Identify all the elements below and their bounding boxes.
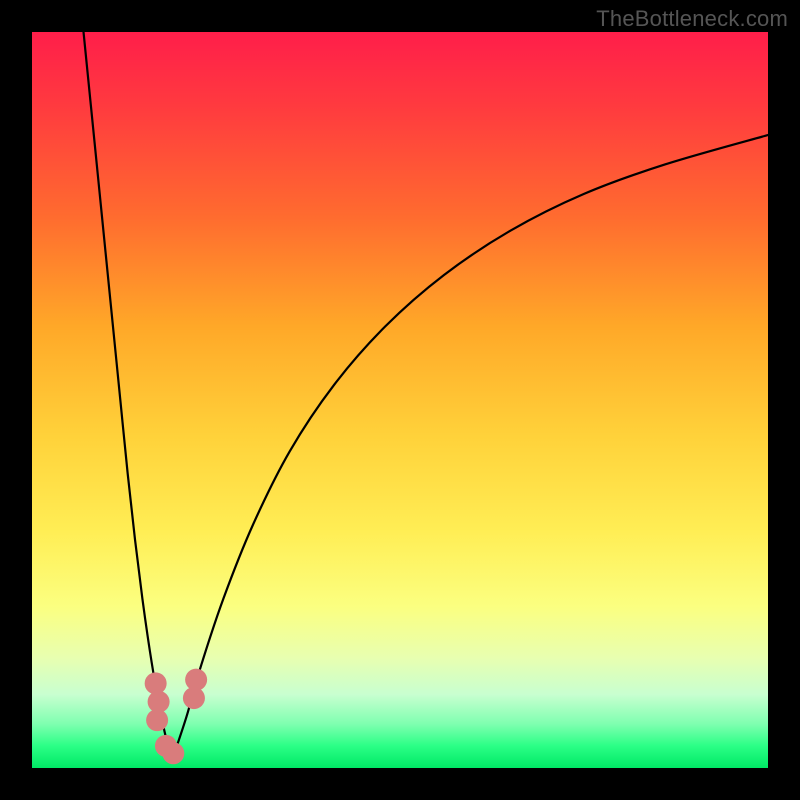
watermark-text: TheBottleneck.com	[596, 6, 788, 32]
curve-right-branch	[172, 135, 768, 761]
marker-dot	[185, 669, 207, 691]
curve-left-branch	[84, 32, 172, 761]
plot-area	[32, 32, 768, 768]
marker-dot	[145, 672, 167, 694]
marker-dot	[162, 742, 184, 764]
marker-dot	[146, 709, 168, 731]
marker-cluster	[145, 669, 207, 765]
chart-frame: TheBottleneck.com	[0, 0, 800, 800]
curves-svg	[32, 32, 768, 768]
